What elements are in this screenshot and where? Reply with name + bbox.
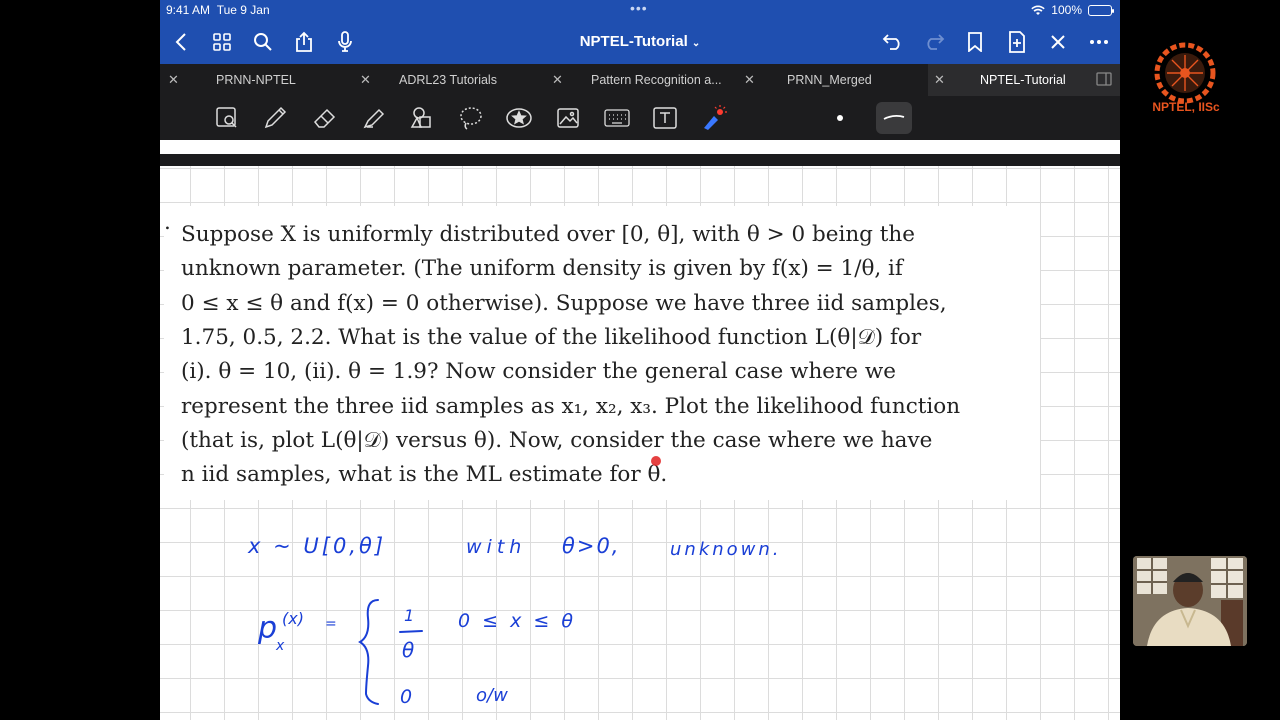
shapes-icon[interactable] — [407, 104, 437, 132]
split-view-icon[interactable] — [1096, 72, 1112, 89]
tab-prnn-nptel[interactable]: ✕ PRNN-NPTEL — [160, 64, 352, 96]
tab-label: PRNN_Merged — [787, 73, 872, 87]
more-icon[interactable] — [1086, 29, 1112, 55]
presenter-webcam — [1133, 556, 1247, 646]
undo-icon[interactable] — [880, 29, 906, 55]
ink-condition-1: 0 ≤ x ≤ θ — [458, 610, 576, 632]
nptel-logo-text: NPTEL, IISc — [1152, 100, 1220, 114]
back-icon[interactable] — [168, 29, 194, 55]
battery-icon — [1088, 4, 1114, 16]
stroke-style-icon[interactable] — [876, 102, 912, 134]
nav-bar: NPTEL-Tutorial ⌄ — [160, 20, 1120, 64]
microphone-icon[interactable] — [332, 29, 358, 55]
bookmark-icon[interactable] — [962, 29, 988, 55]
ipad-screen: 9:41 AM Tue 9 Jan ••• 100% NPTEL-Tutoria… — [160, 0, 1120, 720]
tab-pattern-recognition[interactable]: ✕ Pattern Recognition a... — [544, 64, 736, 96]
tab-close-icon[interactable]: ✕ — [168, 72, 179, 88]
ink-zero: 0 — [400, 686, 412, 708]
ink-density-p: p — [257, 611, 277, 646]
chevron-down-icon[interactable]: ⌄ — [692, 38, 700, 49]
ink-density-sup: (x) — [282, 609, 304, 628]
tab-prnn-merged[interactable]: ✕ PRNN_Merged — [736, 64, 928, 96]
ink-theta-positive: θ>0, — [562, 534, 620, 558]
document-title-label[interactable]: NPTEL-Tutorial — [580, 33, 688, 50]
text-box-icon[interactable] — [650, 104, 680, 132]
lasso-zoom-icon[interactable] — [212, 104, 242, 132]
multitask-dots-icon[interactable]: ••• — [630, 0, 648, 16]
ink-theta-denominator: θ — [402, 638, 414, 662]
highlighter-icon[interactable] — [359, 104, 389, 132]
elements-icon[interactable] — [504, 104, 534, 132]
status-right: 100% — [1031, 3, 1114, 17]
tab-nptel-tutorial[interactable]: ✕ NPTEL-Tutorial — [928, 64, 1120, 96]
presenter-video-frame — [1133, 556, 1247, 646]
ink-one: 1 — [404, 606, 414, 625]
tab-adrl23-tutorials[interactable]: ✕ ADRL23 Tutorials — [352, 64, 544, 96]
tab-close-icon[interactable]: ✕ — [552, 72, 563, 88]
tool-bar — [160, 96, 1120, 140]
page-top-border — [160, 154, 1120, 166]
tab-close-icon[interactable]: ✕ — [744, 72, 755, 88]
ink-curly-brace — [358, 599, 379, 705]
tab-label: PRNN-NPTEL — [216, 73, 296, 87]
wifi-icon — [1031, 5, 1045, 15]
status-bar: 9:41 AM Tue 9 Jan ••• 100% — [160, 0, 1120, 20]
keyboard-icon[interactable] — [602, 104, 632, 132]
ink-unknown: unknown. — [670, 539, 782, 560]
image-icon[interactable] — [553, 104, 583, 132]
search-icon[interactable] — [250, 29, 276, 55]
ink-equals: = — [325, 616, 337, 632]
time-text: 9:41 AM — [166, 3, 211, 17]
close-icon[interactable] — [1045, 29, 1071, 55]
tab-label: ADRL23 Tutorials — [399, 73, 497, 87]
ink-fraction-bar — [399, 630, 423, 633]
lasso-icon[interactable] — [456, 104, 486, 132]
add-page-icon[interactable] — [1004, 29, 1030, 55]
toolbar-separator — [160, 140, 1120, 154]
tab-bar: ✕ PRNN-NPTEL ✕ ADRL23 Tutorials ✕ Patter… — [160, 64, 1120, 96]
tab-label: Pattern Recognition a... — [591, 73, 722, 87]
eraser-icon[interactable] — [310, 104, 340, 132]
ink-otherwise: o/w — [476, 685, 508, 706]
laser-pointer-icon[interactable] — [699, 104, 729, 132]
share-icon[interactable] — [291, 29, 317, 55]
ink-density-sub: x — [275, 638, 285, 654]
ink-with: with — [466, 536, 526, 558]
grid-icon[interactable] — [209, 29, 235, 55]
laser-pointer-dot — [651, 456, 661, 466]
tab-label: NPTEL-Tutorial — [980, 73, 1066, 87]
date-text: Tue 9 Jan — [216, 3, 270, 17]
pen-icon[interactable] — [260, 104, 290, 132]
handwritten-notes: x ~ U[0,θ] with θ>0, unknown. p (x) x = … — [247, 456, 782, 708]
redo-icon[interactable] — [921, 29, 947, 55]
tab-close-icon[interactable]: ✕ — [934, 72, 945, 88]
tab-close-icon[interactable]: ✕ — [360, 72, 371, 88]
battery-text: 100% — [1051, 3, 1082, 17]
ink-distribution: x ~ U[0,θ] — [247, 534, 386, 558]
pen-size-dot-icon[interactable] — [825, 104, 855, 132]
status-time: 9:41 AM Tue 9 Jan — [166, 3, 270, 17]
